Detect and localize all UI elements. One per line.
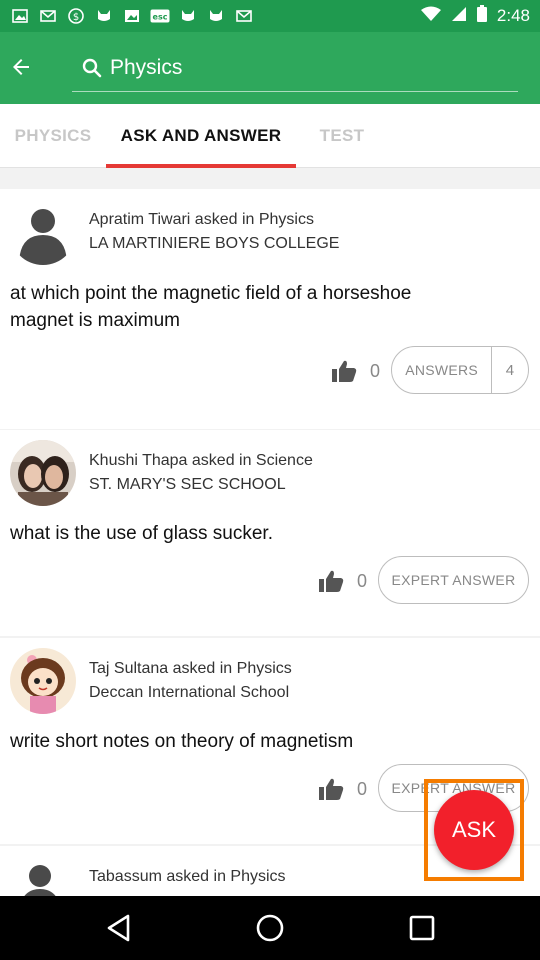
asker-school: LA MARTINIERE BOYS COLLEGE xyxy=(89,235,340,252)
signal-icon xyxy=(451,6,467,27)
asker-name[interactable]: Taj Sultana asked in Physics xyxy=(89,657,292,681)
recents-square-icon xyxy=(409,915,435,941)
wifi-icon xyxy=(420,6,441,27)
dollar-icon: $ xyxy=(66,8,86,24)
svg-text:$: $ xyxy=(73,12,79,23)
search-box[interactable] xyxy=(72,54,518,92)
nav-recents-button[interactable] xyxy=(406,912,438,944)
arrow-back-icon xyxy=(13,59,29,75)
mail-icon xyxy=(234,8,254,24)
question-text[interactable]: write short notes on theory of magnetism xyxy=(10,728,520,755)
photo-avatar[interactable] xyxy=(10,440,76,506)
photo-icon xyxy=(122,8,142,24)
svg-text:esc: esc xyxy=(153,13,168,22)
navigation-bar xyxy=(0,896,540,960)
tab-test[interactable]: TEST xyxy=(296,104,388,168)
question-line: magnet is maximum xyxy=(10,310,180,331)
tab-ask-and-answer[interactable]: ASK AND ANSWER xyxy=(106,104,296,168)
home-circle-icon xyxy=(256,914,284,942)
question-card[interactable]: Khushi Thapa asked in Science ST. MARY'S… xyxy=(0,430,540,636)
question-text[interactable]: what is the use of glass sucker. xyxy=(10,520,520,547)
status-bar: $ esc 2:48 xyxy=(0,0,540,32)
tab-physics[interactable]: PHYSICS xyxy=(0,104,106,168)
thumbs-up-icon[interactable] xyxy=(318,777,344,801)
notification-icons: $ esc xyxy=(10,8,254,24)
mail-icon xyxy=(38,8,58,24)
search-icon xyxy=(82,58,102,78)
expert-answer-button[interactable]: EXPERT ANSWER xyxy=(378,556,529,604)
question-line: at which point the magnetic field of a h… xyxy=(10,283,412,304)
thumbs-up-icon[interactable] xyxy=(331,359,357,383)
back-button[interactable] xyxy=(6,52,36,82)
question-card[interactable]: Apratim Tiwari asked in Physics LA MARTI… xyxy=(0,189,540,429)
default-person-icon[interactable] xyxy=(10,199,76,265)
nav-back-button[interactable] xyxy=(103,912,135,944)
answers-button[interactable]: ANSWERS 4 xyxy=(391,346,529,394)
default-person-icon[interactable] xyxy=(10,856,76,896)
search-input[interactable] xyxy=(110,54,510,82)
cartoon-girl-avatar[interactable] xyxy=(10,648,76,714)
asker-name[interactable]: Khushi Thapa asked in Science xyxy=(89,449,313,473)
asker-school: ST. MARY'S SEC SCHOOL xyxy=(89,476,286,493)
answers-count: 4 xyxy=(505,361,515,379)
esc-icon: esc xyxy=(150,8,170,24)
asker-name[interactable]: Apratim Tiwari asked in Physics xyxy=(89,208,314,232)
asker-school: Deccan International School xyxy=(89,684,290,701)
tab-bar: PHYSICS ASK AND ANSWER TEST xyxy=(0,104,540,168)
asker-name[interactable]: Tabassum asked in Physics xyxy=(89,865,286,889)
status-time: 2:48 xyxy=(496,6,530,25)
question-text[interactable]: at which point the magnetic field of a h… xyxy=(10,280,520,334)
cat-icon xyxy=(178,8,198,24)
back-triangle-icon xyxy=(107,914,130,942)
like-count: 0 xyxy=(370,361,381,381)
answers-label: ANSWERS xyxy=(405,362,479,378)
like-count: 0 xyxy=(357,779,368,799)
cat-icon xyxy=(206,8,226,24)
like-count: 0 xyxy=(357,571,368,591)
system-icons: 2:48 xyxy=(420,5,530,27)
gallery-icon xyxy=(10,8,30,24)
battery-icon xyxy=(476,5,487,27)
cat-icon xyxy=(94,8,114,24)
thumbs-up-icon[interactable] xyxy=(318,569,344,593)
nav-home-button[interactable] xyxy=(254,912,286,944)
tab-indicator xyxy=(106,164,296,168)
app-bar xyxy=(0,32,540,104)
ask-button[interactable]: ASK xyxy=(434,790,514,870)
